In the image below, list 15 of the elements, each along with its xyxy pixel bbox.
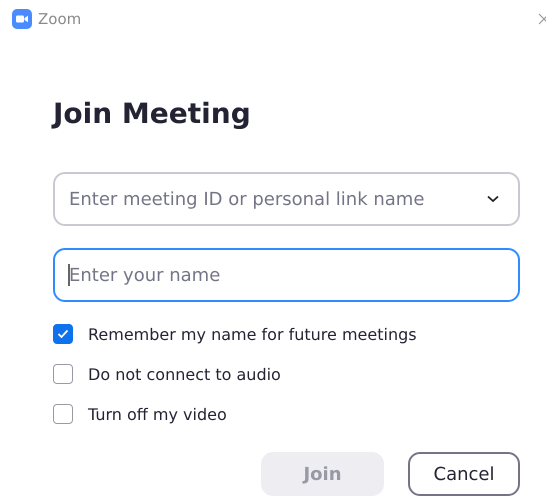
checkmark-icon bbox=[57, 329, 69, 339]
name-field[interactable]: Enter your name bbox=[53, 248, 520, 302]
window-title: Zoom bbox=[38, 10, 82, 28]
checkbox[interactable] bbox=[53, 364, 73, 384]
camera-icon bbox=[12, 9, 32, 29]
checkbox[interactable] bbox=[53, 324, 73, 344]
meeting-id-dropdown[interactable]: Enter meeting ID or personal link name bbox=[53, 172, 520, 226]
dialog-heading: Join Meeting bbox=[53, 96, 252, 132]
checkbox-label: Remember my name for future meetings bbox=[88, 324, 417, 344]
checkbox[interactable] bbox=[53, 404, 73, 424]
checkbox-label: Do not connect to audio bbox=[88, 364, 281, 384]
text-cursor bbox=[68, 264, 70, 286]
chevron-down-icon bbox=[486, 195, 500, 203]
cancel-button[interactable]: Cancel bbox=[408, 452, 520, 496]
checkbox-label: Turn off my video bbox=[88, 404, 227, 424]
